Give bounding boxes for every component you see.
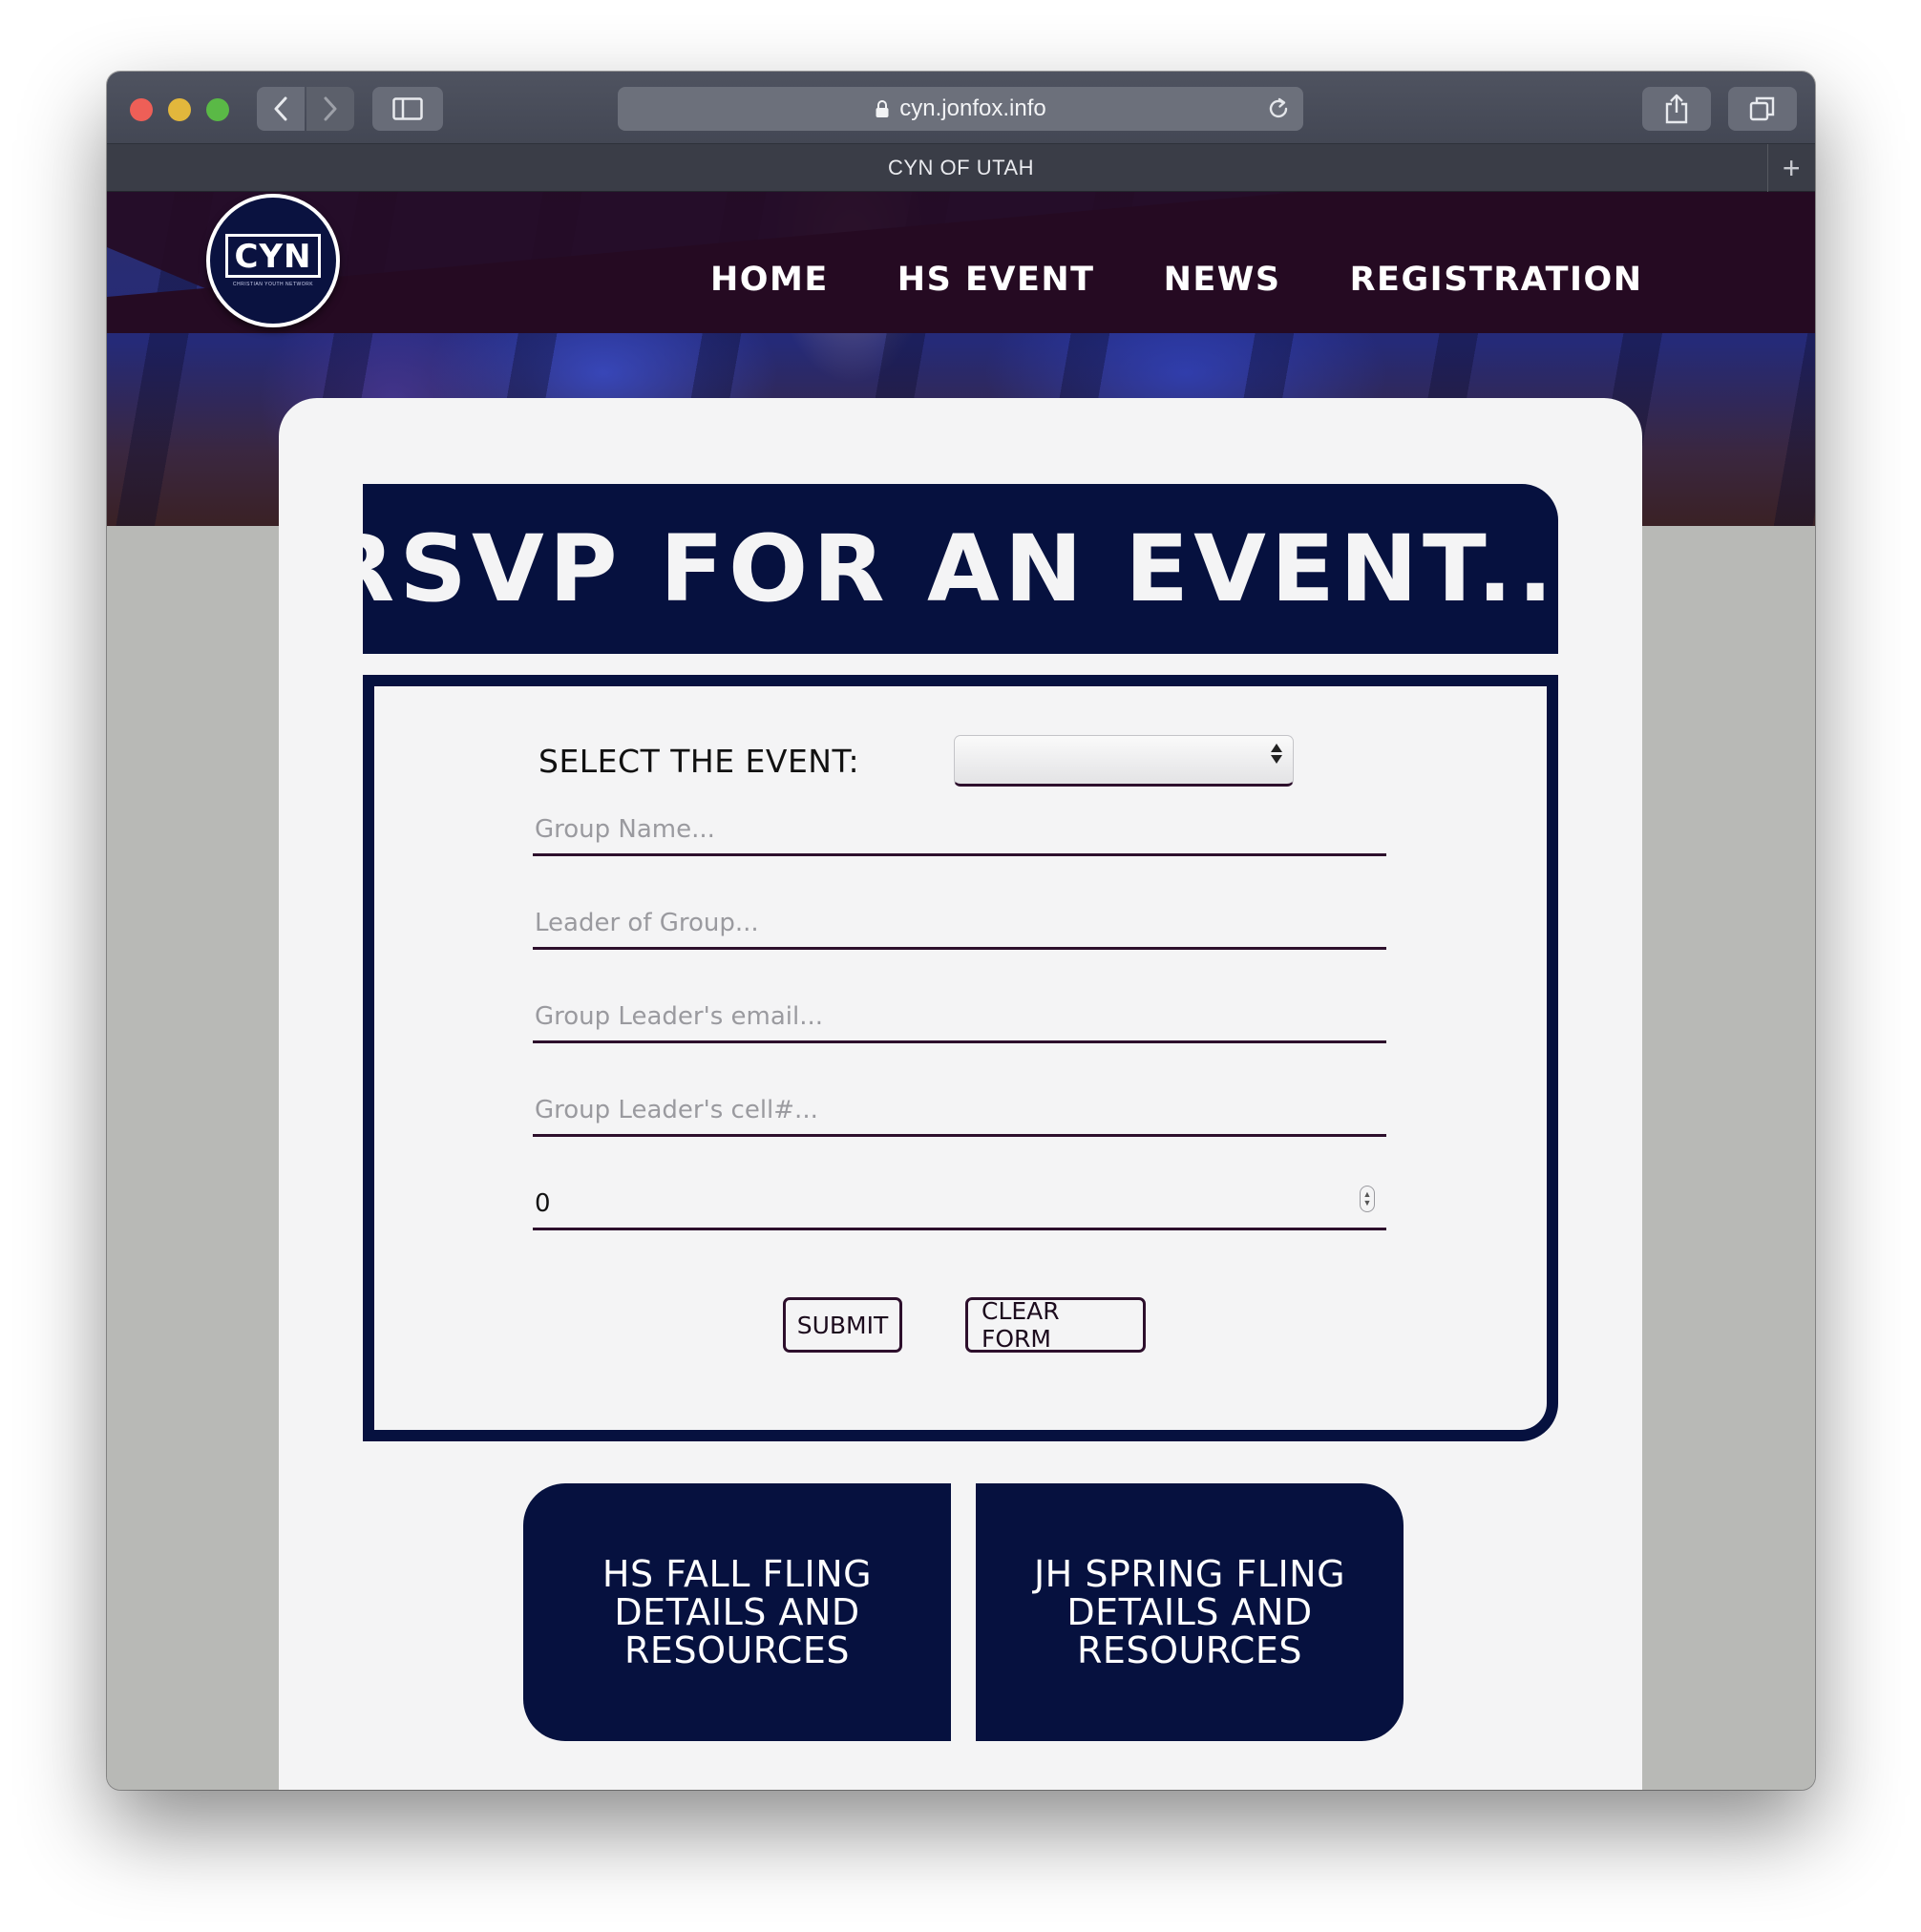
main-nav: HOME HS EVENT NEWS REGISTRATION bbox=[710, 261, 1643, 299]
group-leader-field bbox=[533, 896, 1386, 950]
url-text: cyn.jonfox.info bbox=[899, 95, 1046, 121]
event-select-label: SELECT THE EVENT: bbox=[538, 742, 860, 780]
share-icon bbox=[1665, 94, 1688, 124]
lock-icon bbox=[875, 99, 890, 118]
clear-form-button[interactable]: CLEAR FORM bbox=[965, 1297, 1146, 1353]
back-button[interactable] bbox=[257, 87, 305, 131]
zoom-window-button[interactable] bbox=[206, 98, 229, 121]
close-window-button[interactable] bbox=[130, 98, 153, 121]
title-banner: RSVP FOR AN EVENT... bbox=[323, 484, 1594, 654]
address-bar[interactable]: cyn.jonfox.info bbox=[618, 87, 1303, 131]
select-arrows-icon bbox=[1270, 744, 1283, 764]
site-logo[interactable]: CYN CHRISTIAN YOUTH NETWORK bbox=[206, 194, 340, 327]
content-card: RSVP FOR AN EVENT... SELECT THE EVENT: G… bbox=[279, 398, 1642, 1790]
submit-button[interactable]: SUBMIT bbox=[783, 1297, 902, 1353]
chevron-left-icon bbox=[274, 96, 287, 121]
leader-cell-field bbox=[533, 1083, 1386, 1137]
nav-hs-event[interactable]: HS EVENT bbox=[897, 261, 1095, 299]
minimize-window-button[interactable] bbox=[168, 98, 191, 121]
jh-spring-fling-link[interactable]: JH SPRING FLING DETAILS AND RESOURCES bbox=[976, 1483, 1404, 1741]
group-name-input[interactable] bbox=[535, 815, 1386, 844]
sidebar-icon bbox=[392, 97, 423, 120]
event-select-row: SELECT THE EVENT: bbox=[538, 732, 1302, 789]
web-page: CYN CHRISTIAN YOUTH NETWORK HOME HS EVEN… bbox=[107, 192, 1815, 1790]
logo-subtitle: CHRISTIAN YOUTH NETWORK bbox=[232, 282, 314, 287]
leader-email-field bbox=[533, 990, 1386, 1043]
nav-news[interactable]: NEWS bbox=[1164, 261, 1281, 299]
event-select[interactable] bbox=[954, 735, 1294, 787]
page-title: RSVP FOR AN EVENT... bbox=[322, 515, 1599, 622]
group-name-field bbox=[533, 803, 1386, 856]
number-stepper-icon[interactable]: ▲ ▼ bbox=[1360, 1186, 1375, 1212]
reload-icon[interactable] bbox=[1265, 95, 1292, 129]
tabs-overview-icon bbox=[1749, 96, 1775, 121]
group-leader-input[interactable] bbox=[535, 909, 1386, 937]
show-tabs-button[interactable] bbox=[1728, 87, 1797, 131]
leader-cell-input[interactable] bbox=[535, 1096, 1386, 1124]
chevron-right-icon bbox=[324, 96, 337, 121]
tab-bar: CYN OF UTAH + bbox=[107, 144, 1815, 192]
hs-fall-fling-link[interactable]: HS FALL FLING DETAILS AND RESOURCES bbox=[523, 1483, 951, 1741]
logo-wordmark: CYN bbox=[225, 234, 321, 278]
plus-icon: + bbox=[1782, 150, 1802, 185]
attendee-count-input[interactable] bbox=[535, 1189, 1386, 1218]
leader-email-input[interactable] bbox=[535, 1002, 1386, 1031]
browser-window: cyn.jonfox.info CYN OF UTAH + CYN CHRIST… bbox=[107, 72, 1815, 1790]
sidebar-toggle-button[interactable] bbox=[372, 87, 443, 131]
share-button[interactable] bbox=[1642, 87, 1711, 131]
forward-button[interactable] bbox=[306, 87, 354, 131]
new-tab-button[interactable]: + bbox=[1767, 144, 1815, 192]
rsvp-form: SELECT THE EVENT: Group Name... Leader o… bbox=[363, 675, 1558, 1441]
attendee-count-field: ▲▼ bbox=[533, 1177, 1386, 1230]
nav-home[interactable]: HOME bbox=[710, 261, 829, 299]
browser-toolbar: cyn.jonfox.info bbox=[107, 72, 1815, 144]
tab-title[interactable]: CYN OF UTAH bbox=[888, 156, 1034, 180]
nav-registration[interactable]: REGISTRATION bbox=[1350, 261, 1643, 299]
